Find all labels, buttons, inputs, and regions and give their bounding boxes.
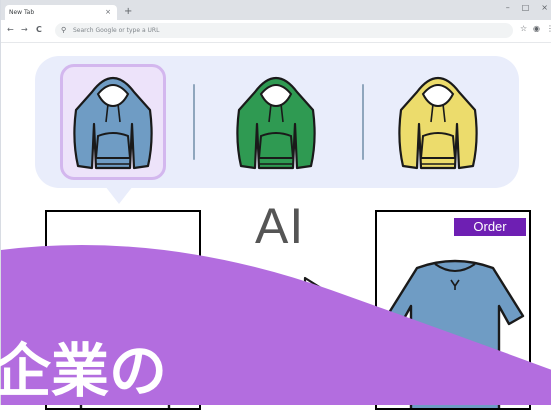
close-window-icon[interactable]: × — [541, 3, 548, 12]
order-button[interactable]: Order — [454, 218, 526, 236]
forward-icon[interactable]: → — [21, 25, 28, 34]
bookmark-star-icon[interactable]: ☆ — [520, 24, 527, 33]
search-icon: ⚲ — [61, 26, 67, 34]
maximize-icon[interactable]: □ — [522, 3, 530, 12]
yellow-hoodie-icon — [398, 76, 478, 170]
variant-panel-pointer — [105, 186, 133, 204]
address-bar[interactable]: ⚲ Search Google or type a URL — [55, 23, 513, 38]
browser-window: New Tab × + – □ × ← → C ⚲ Search Google … — [0, 0, 551, 410]
address-bar-placeholder: Search Google or type a URL — [73, 27, 160, 34]
tab-title: New Tab — [9, 9, 35, 16]
tab-close-icon[interactable]: × — [105, 5, 111, 20]
color-variant-panel — [35, 56, 519, 188]
blue-sweater-icon — [385, 259, 525, 408]
back-icon[interactable]: ← — [7, 25, 14, 34]
variant-divider — [362, 84, 364, 160]
result-sweater-frame: Order — [375, 210, 531, 410]
tab-strip: New Tab × + – □ × — [1, 0, 551, 20]
variant-yellow-hoodie[interactable] — [385, 64, 491, 180]
arrow-right-icon — [233, 276, 331, 310]
overlay-headline: 企業の — [0, 337, 168, 405]
variant-blue-hoodie[interactable] — [60, 64, 166, 180]
ai-label: AI — [255, 198, 305, 254]
new-tab-button[interactable]: + — [124, 5, 132, 18]
blue-hoodie-icon — [73, 76, 153, 170]
variant-green-hoodie[interactable] — [223, 64, 329, 180]
green-hoodie-icon — [236, 76, 316, 170]
window-controls: – □ × — [506, 3, 548, 12]
reload-icon[interactable]: C — [36, 25, 42, 34]
minimize-icon[interactable]: – — [506, 3, 510, 12]
tab-new-tab[interactable]: New Tab × — [5, 5, 117, 20]
browser-toolbar: ← → C ⚲ Search Google or type a URL ☆ ◉ … — [1, 20, 551, 43]
variant-divider — [193, 84, 195, 160]
menu-icon[interactable]: ⋮ — [546, 24, 551, 33]
profile-icon[interactable]: ◉ — [533, 24, 540, 33]
